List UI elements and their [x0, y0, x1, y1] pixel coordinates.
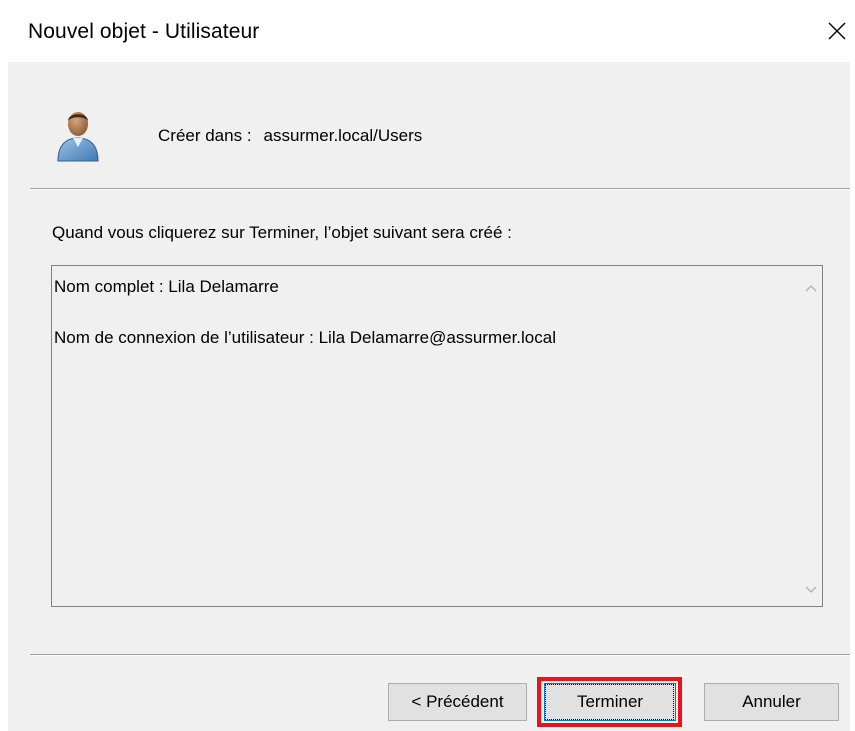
summary-line-logon-name: Nom de connexion de l’utilisateur : Lila…	[54, 328, 556, 347]
info-text: Quand vous cliquerez sur Terminer, l’obj…	[52, 223, 512, 242]
separator-top	[30, 188, 850, 190]
summary-line-full-name: Nom complet : Lila Delamarre	[54, 277, 279, 296]
cancel-button[interactable]: Annuler	[704, 683, 839, 721]
create-in-label: Créer dans :	[158, 126, 252, 145]
previous-button[interactable]: < Précédent	[388, 683, 527, 721]
create-in-row: Créer dans : assurmer.local/Users	[158, 126, 422, 146]
summary-box[interactable]: Nom complet : Lila Delamarre Nom de conn…	[51, 265, 823, 607]
user-icon	[48, 107, 108, 163]
close-icon	[828, 22, 846, 40]
create-in-path: assurmer.local/Users	[263, 126, 423, 145]
chevron-down-icon	[805, 586, 817, 593]
finish-button[interactable]: Terminer	[544, 683, 676, 721]
close-button[interactable]	[822, 14, 852, 48]
title-bar: Nouvel objet - Utilisateur	[0, 0, 855, 60]
scroll-up-arrow[interactable]	[802, 280, 820, 296]
separator-bottom	[30, 654, 850, 656]
scroll-down-arrow[interactable]	[802, 582, 820, 598]
chevron-up-icon	[805, 285, 817, 292]
window-title: Nouvel objet - Utilisateur	[28, 20, 260, 43]
